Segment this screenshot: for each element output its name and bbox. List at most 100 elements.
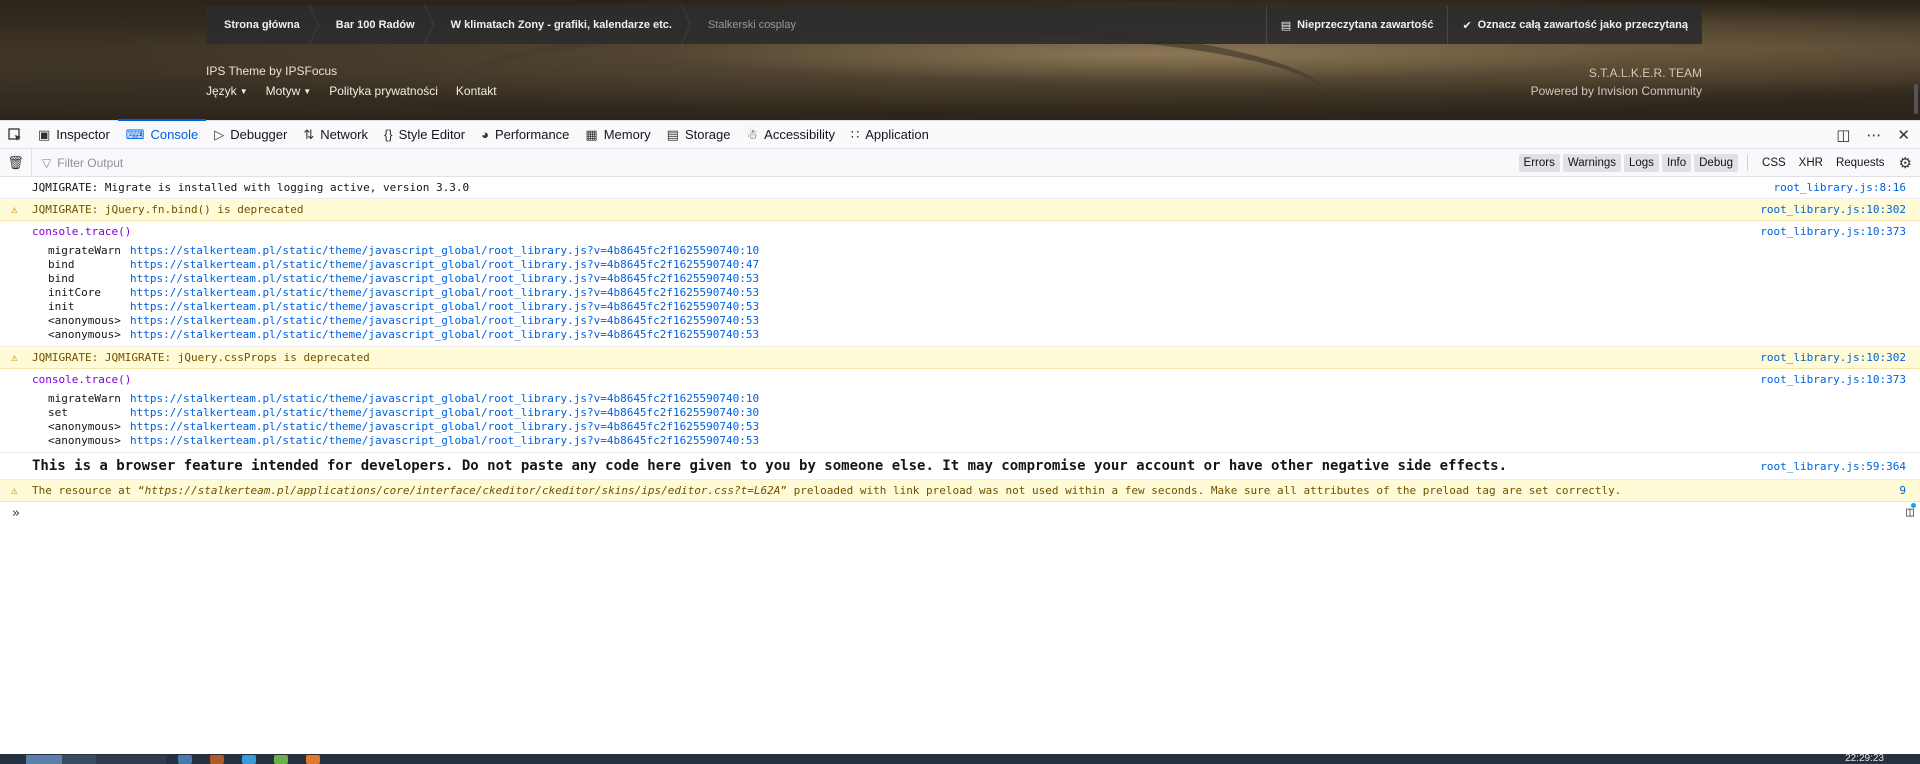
breadcrumb-bar-100[interactable]: Bar 100 Radów <box>318 6 433 44</box>
accessibility-icon: ☃ <box>746 126 759 142</box>
frame-url-link[interactable]: https://stalkerteam.pl/static/theme/java… <box>130 406 759 420</box>
frame-url-link[interactable]: https://stalkerteam.pl/static/theme/java… <box>130 244 759 258</box>
tab-label: Memory <box>603 127 651 142</box>
stack-frame: bind https://stalkerteam.pl/static/theme/… <box>48 272 1920 286</box>
debugger-icon: ▷ <box>214 126 225 142</box>
frame-url-link[interactable]: https://stalkerteam.pl/static/theme/java… <box>130 328 759 342</box>
source-location-link[interactable]: root_library.js:59:364 <box>1760 460 1906 473</box>
stack-frame: <anonymous> https://stalkerteam.pl/static… <box>48 328 1920 342</box>
frame-function: <anonymous> <box>48 328 121 341</box>
tab-label: Storage <box>684 127 731 142</box>
powered-by-link[interactable]: Powered by Invision Community <box>1531 82 1702 100</box>
taskbar-window[interactable] <box>62 755 96 764</box>
clear-console-icon[interactable]: 🗑 <box>0 149 32 176</box>
filter-debug-button[interactable]: Debug <box>1694 153 1739 172</box>
breadcrumb-home[interactable]: Strona główna <box>206 6 318 44</box>
filter-xhr-button[interactable]: XHR <box>1794 154 1828 172</box>
warning-icon: ⚠ <box>11 203 18 216</box>
tab-style-editor[interactable]: {} Style Editor <box>376 120 473 149</box>
source-location-link[interactable]: root_library.js:8:16 <box>1774 181 1906 194</box>
performance-icon: ◕ <box>481 127 489 142</box>
tab-storage[interactable]: ▤ Storage <box>659 120 739 149</box>
filter-requests-button[interactable]: Requests <box>1831 154 1890 172</box>
application-icon: ∷ <box>850 126 860 142</box>
firefox-icon[interactable] <box>306 755 320 764</box>
frame-url-link[interactable]: https://stalkerteam.pl/static/theme/java… <box>130 258 759 272</box>
source-location-link[interactable]: root_library.js:10:302 <box>1760 351 1906 364</box>
taskbar-window[interactable] <box>26 755 62 764</box>
stack-frame: <anonymous> https://stalkerteam.pl/static… <box>48 314 1920 328</box>
frame-url-link[interactable]: https://stalkerteam.pl/static/theme/java… <box>130 392 759 406</box>
close-icon[interactable]: ✕ <box>1897 126 1910 144</box>
tab-application[interactable]: ∷ Application <box>843 120 937 149</box>
console-message-trace: console.trace() root_library.js:10:373 m… <box>0 221 1920 347</box>
tab-inspector[interactable]: ▣ Inspector <box>30 120 118 149</box>
stack-frame: migrateWarn https://stalkerteam.pl/static… <box>48 244 1920 258</box>
filter-warnings-button[interactable]: Warnings <box>1562 153 1621 172</box>
mark-all-read-button[interactable]: ✔ Oznacz całą zawartość jako przeczytaną <box>1447 6 1702 44</box>
unread-content-button[interactable]: ▤ Nieprzeczytana zawartość <box>1265 6 1448 44</box>
message-prefix: The resource at “ <box>32 484 145 497</box>
app-icon[interactable] <box>178 755 192 764</box>
console-message-self-xss-warning: This is a browser feature intended for d… <box>0 453 1920 480</box>
filter-css-button[interactable]: CSS <box>1757 154 1791 172</box>
message-text: The resource at “https://stalkerteam.pl/… <box>32 484 1621 497</box>
start-menu-icon[interactable] <box>4 756 14 764</box>
message-text: This is a browser feature intended for d… <box>32 458 1508 474</box>
tab-memory[interactable]: ▦ Memory <box>577 120 658 149</box>
frame-url-link[interactable]: https://stalkerteam.pl/static/theme/java… <box>130 272 759 286</box>
breadcrumb-current: Stalkerski cosplay <box>707 19 796 31</box>
frame-url-link[interactable]: https://stalkerteam.pl/static/theme/java… <box>130 286 759 300</box>
console-output: JQMIGRATE: Migrate is installed with log… <box>0 177 1920 524</box>
filter-logs-button[interactable]: Logs <box>1624 153 1659 172</box>
style-editor-icon: {} <box>383 127 393 142</box>
taskbar-window[interactable] <box>96 755 166 764</box>
tab-performance[interactable]: ◕ Performance <box>473 120 577 149</box>
privacy-policy-link[interactable]: Polityka prywatności <box>329 84 438 98</box>
element-picker-icon[interactable] <box>0 120 30 149</box>
language-label: Język <box>206 84 237 98</box>
frame-function: init <box>48 300 75 313</box>
tab-network[interactable]: ⇅ Network <box>295 120 376 149</box>
stack-frame: bind https://stalkerteam.pl/static/theme/… <box>48 258 1920 272</box>
app-icon[interactable] <box>242 755 256 764</box>
app-icon[interactable] <box>274 755 288 764</box>
warning-icon: ⚠ <box>11 484 18 497</box>
app-icon[interactable] <box>210 755 224 764</box>
breadcrumb-zone[interactable]: W klimatach Zony - grafiki, kalendarze e… <box>433 6 690 44</box>
frame-url-link[interactable]: https://stalkerteam.pl/static/theme/java… <box>130 300 759 314</box>
more-options-icon[interactable]: ⋯ <box>1866 126 1881 144</box>
filter-output-input[interactable]: ▽ Filter Output <box>32 156 123 170</box>
source-location-link[interactable]: root_library.js:10:373 <box>1760 373 1906 386</box>
filter-placeholder: Filter Output <box>57 155 124 170</box>
message-text: JQMIGRATE: JQMIGRATE: jQuery.cssProps is… <box>32 351 370 364</box>
frame-function: bind <box>48 258 75 271</box>
contact-link[interactable]: Kontakt <box>456 84 497 98</box>
filter-errors-button[interactable]: Errors <box>1518 153 1560 172</box>
frame-url-link[interactable]: https://stalkerteam.pl/static/theme/java… <box>130 314 759 328</box>
frame-url-link[interactable]: https://stalkerteam.pl/static/theme/java… <box>130 434 759 448</box>
tab-accessibility[interactable]: ☃ Accessibility <box>739 120 843 149</box>
source-location-link[interactable]: root_library.js:10:373 <box>1760 225 1906 238</box>
console-message-warning: ⚠ The resource at “https://stalkerteam.p… <box>0 480 1920 502</box>
console-settings-gear-icon[interactable]: ⚙ <box>1899 154 1912 172</box>
storage-icon: ▤ <box>666 126 679 142</box>
language-menu[interactable]: Język ▼ <box>206 84 248 98</box>
source-location-link[interactable]: 9 <box>1899 484 1906 497</box>
dock-side-icon[interactable]: ◫ <box>1836 126 1850 144</box>
theme-menu[interactable]: Motyw ▼ <box>266 84 312 98</box>
page-scrollbar[interactable] <box>1914 84 1918 114</box>
page-background: Strona główna Bar 100 Radów W klimatach … <box>0 0 1920 120</box>
message-suffix: ” preloaded with link preload was not us… <box>780 484 1622 497</box>
tab-console[interactable]: ⌨ Console <box>117 119 207 149</box>
frame-function: migrateWarn <box>48 392 121 405</box>
theme-credit[interactable]: IPS Theme by IPSFocus <box>206 64 337 78</box>
console-input[interactable]: » ◫ <box>0 502 1920 524</box>
caret-down-icon: ▼ <box>303 86 312 96</box>
source-location-link[interactable]: root_library.js:10:302 <box>1760 203 1906 216</box>
frame-url-link[interactable]: https://stalkerteam.pl/static/theme/java… <box>130 420 759 434</box>
clock[interactable]: 22:29:23 <box>1845 754 1884 764</box>
filter-info-button[interactable]: Info <box>1661 153 1692 172</box>
tab-debugger[interactable]: ▷ Debugger <box>206 120 295 149</box>
team-name: S.T.A.L.K.E.R. TEAM <box>1588 66 1702 80</box>
